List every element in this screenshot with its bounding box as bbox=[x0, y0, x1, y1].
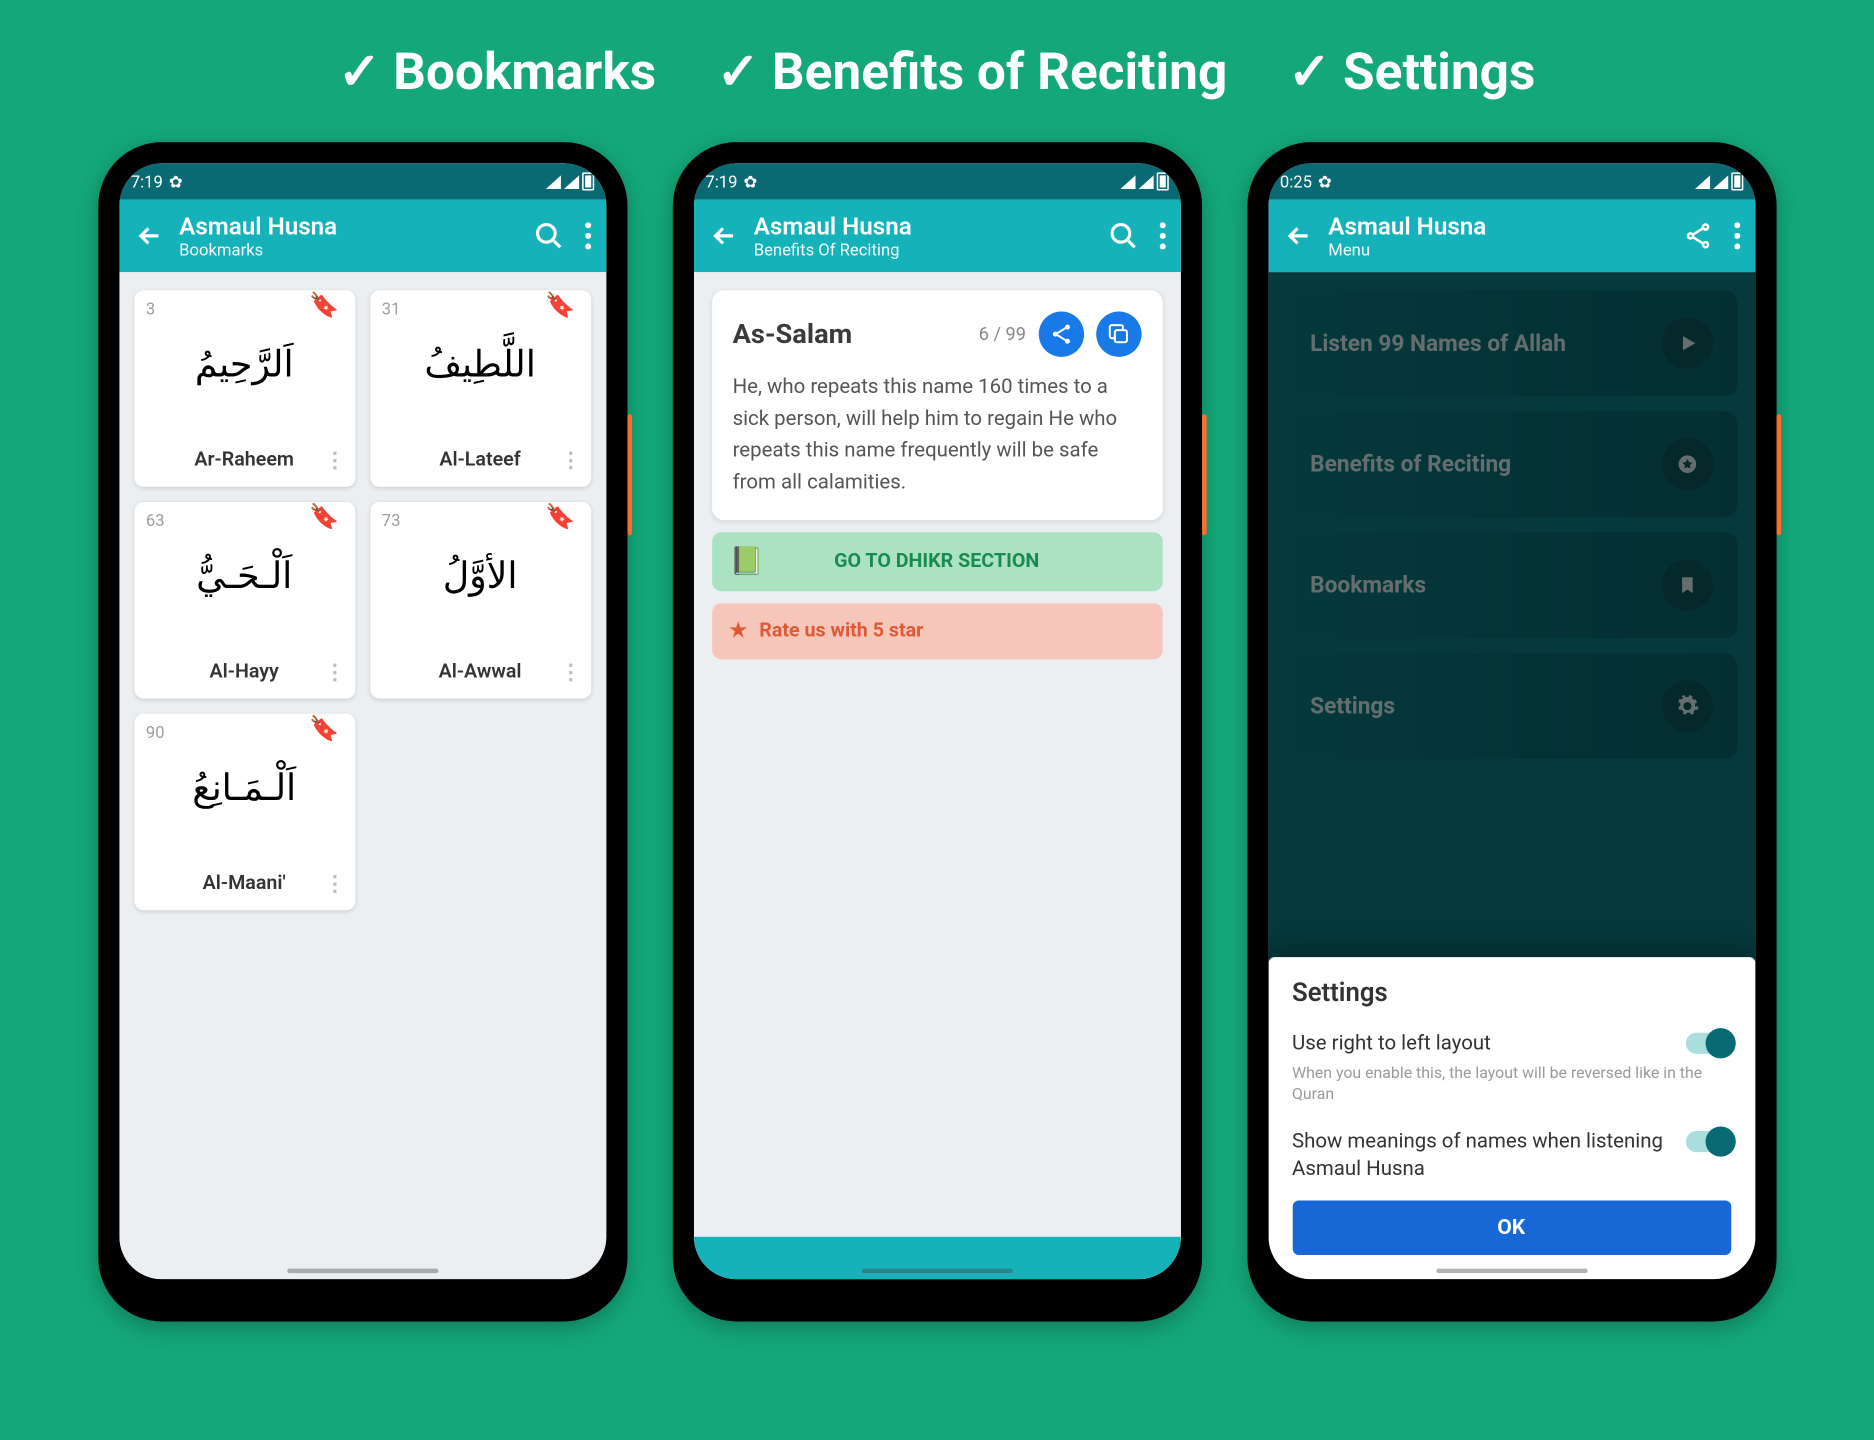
battery-icon bbox=[1156, 172, 1168, 190]
benefit-name: As-Salam bbox=[733, 318, 967, 350]
setting-rtl-label: Use right to left layout bbox=[1292, 1030, 1491, 1058]
app-subtitle: Menu bbox=[1328, 240, 1667, 260]
app-subtitle: Benefits Of Reciting bbox=[754, 240, 1093, 260]
card-name: Al-Lateef bbox=[439, 449, 520, 472]
status-bar: 0:25 ✿ bbox=[1268, 163, 1755, 199]
toggle-rtl[interactable] bbox=[1685, 1033, 1730, 1054]
quran-icon: 📗 bbox=[730, 545, 764, 577]
app-subtitle: Bookmarks bbox=[179, 240, 518, 260]
rate-label: Rate us with 5 star bbox=[759, 619, 923, 642]
battery-icon bbox=[581, 172, 593, 190]
benefit-content: As-Salam 6 / 99 He, who repeats this nam… bbox=[693, 272, 1180, 1279]
signal-icon bbox=[1712, 175, 1727, 189]
setting-rtl-hint: When you enable this, the layout will be… bbox=[1292, 1063, 1730, 1106]
feature-headline: ✓Bookmarks ✓Benefits of Reciting ✓Settin… bbox=[0, 0, 1873, 142]
check-icon: ✓ bbox=[1288, 42, 1331, 102]
go-dhikr-label: GO TO DHIKR SECTION bbox=[834, 550, 1039, 573]
overflow-icon[interactable] bbox=[1159, 222, 1165, 249]
bookmark-icon[interactable]: 🔖 bbox=[309, 714, 339, 743]
headline-settings: Settings bbox=[1343, 42, 1535, 102]
headline-benefits: Benefits of Reciting bbox=[772, 42, 1228, 102]
check-icon: ✓ bbox=[717, 42, 760, 102]
more-icon[interactable]: ⋮ bbox=[560, 457, 581, 463]
overflow-icon[interactable] bbox=[1734, 222, 1740, 249]
copy-button[interactable] bbox=[1095, 311, 1140, 356]
status-bar: 7:19 ✿ bbox=[693, 163, 1180, 199]
status-time: 0:25 bbox=[1280, 172, 1312, 192]
gear-icon: ✿ bbox=[743, 172, 757, 192]
bookmark-icon[interactable]: 🔖 bbox=[309, 290, 339, 319]
card-number: 31 bbox=[382, 299, 401, 319]
gear-icon: ✿ bbox=[1318, 172, 1332, 192]
app-title: Asmaul Husna bbox=[754, 212, 1093, 241]
bookmark-icon[interactable]: 🔖 bbox=[545, 290, 575, 319]
headline-bookmarks: Bookmarks bbox=[393, 42, 656, 102]
toggle-meanings[interactable] bbox=[1685, 1130, 1730, 1151]
benefit-counter: 6 / 99 bbox=[979, 324, 1026, 345]
card-number: 63 bbox=[146, 511, 165, 531]
bookmark-card[interactable]: 63 🔖 اَلْـحَـيُّ Al-Hayy⋮ bbox=[134, 502, 355, 699]
check-icon: ✓ bbox=[338, 42, 381, 102]
phone-bookmarks: 7:19✿ Asmaul HusnaBookmarks 3 🔖 اَلرَّحِ… bbox=[98, 142, 627, 1321]
wifi-icon bbox=[1120, 175, 1135, 189]
phone-benefits: 7:19 ✿ Asmaul HusnaBenefits Of Reciting A… bbox=[672, 142, 1201, 1321]
ok-label: OK bbox=[1497, 1216, 1525, 1240]
bookmark-card[interactable]: 73 🔖 الأوَّلُ Al-Awwal⋮ bbox=[370, 502, 591, 699]
benefit-card: As-Salam 6 / 99 He, who repeats this nam… bbox=[711, 290, 1162, 519]
app-bar: Asmaul HusnaMenu bbox=[1268, 200, 1755, 273]
back-button[interactable] bbox=[134, 221, 164, 251]
card-name: Al-Maani' bbox=[203, 872, 286, 895]
ok-button[interactable]: OK bbox=[1292, 1201, 1730, 1255]
back-button[interactable] bbox=[1283, 221, 1313, 251]
status-time: 7:19 bbox=[131, 172, 163, 192]
bookmark-icon[interactable]: 🔖 bbox=[309, 502, 339, 531]
card-name: Al-Awwal bbox=[439, 661, 522, 684]
card-number: 90 bbox=[146, 723, 165, 743]
app-title: Asmaul Husna bbox=[1328, 212, 1667, 241]
search-icon[interactable] bbox=[1108, 221, 1138, 251]
more-icon[interactable]: ⋮ bbox=[324, 669, 345, 675]
go-dhikr-button[interactable]: 📗 GO TO DHIKR SECTION bbox=[711, 532, 1162, 591]
settings-sheet: Settings Use right to left layout When y… bbox=[1268, 957, 1755, 1279]
back-button[interactable] bbox=[708, 221, 738, 251]
more-icon[interactable]: ⋮ bbox=[324, 881, 345, 887]
more-icon[interactable]: ⋮ bbox=[560, 669, 581, 675]
app-bar: Asmaul HusnaBenefits Of Reciting bbox=[693, 200, 1180, 273]
bookmark-card[interactable]: 31 🔖 اللَّطِيفُ Al-Lateef⋮ bbox=[370, 290, 591, 487]
battery-icon bbox=[1730, 172, 1742, 190]
rate-button[interactable]: ★ Rate us with 5 star bbox=[711, 603, 1162, 659]
app-bar: Asmaul HusnaBookmarks bbox=[119, 200, 606, 273]
overflow-icon[interactable] bbox=[584, 222, 590, 249]
setting-meanings-label: Show meanings of names when listening As… bbox=[1292, 1127, 1670, 1182]
share-icon[interactable] bbox=[1682, 221, 1712, 251]
card-name: Ar-Raheem bbox=[194, 449, 294, 472]
more-icon[interactable]: ⋮ bbox=[324, 457, 345, 463]
card-name: Al-Hayy bbox=[210, 661, 279, 684]
signal-icon bbox=[1138, 175, 1153, 189]
gear-icon: ✿ bbox=[169, 172, 183, 192]
app-title: Asmaul Husna bbox=[179, 212, 518, 241]
bookmark-icon[interactable]: 🔖 bbox=[545, 502, 575, 531]
bookmark-card[interactable]: 90 🔖 اَلْـمَـانِعُ Al-Maani'⋮ bbox=[134, 714, 355, 911]
wifi-icon bbox=[545, 175, 560, 189]
bookmark-card[interactable]: 3 🔖 اَلرَّحِيمُ Ar-Raheem⋮ bbox=[134, 290, 355, 487]
signal-icon bbox=[563, 175, 578, 189]
wifi-icon bbox=[1694, 175, 1709, 189]
phone-settings: 0:25✿ Asmaul HusnaMenu Listen 99 Names o… bbox=[1247, 142, 1776, 1321]
card-number: 3 bbox=[146, 299, 155, 319]
star-icon: ★ bbox=[730, 619, 748, 642]
sheet-title: Settings bbox=[1292, 978, 1730, 1008]
benefit-text: He, who repeats this name 160 times to a… bbox=[733, 372, 1141, 499]
search-icon[interactable] bbox=[533, 221, 563, 251]
bookmark-grid: 3 🔖 اَلرَّحِيمُ Ar-Raheem⋮ 31 🔖 اللَّطِي… bbox=[119, 272, 606, 928]
share-button[interactable] bbox=[1038, 311, 1083, 356]
card-number: 73 bbox=[382, 511, 401, 531]
status-bar: 7:19 ✿ bbox=[119, 163, 606, 199]
status-time: 7:19 bbox=[705, 172, 737, 192]
